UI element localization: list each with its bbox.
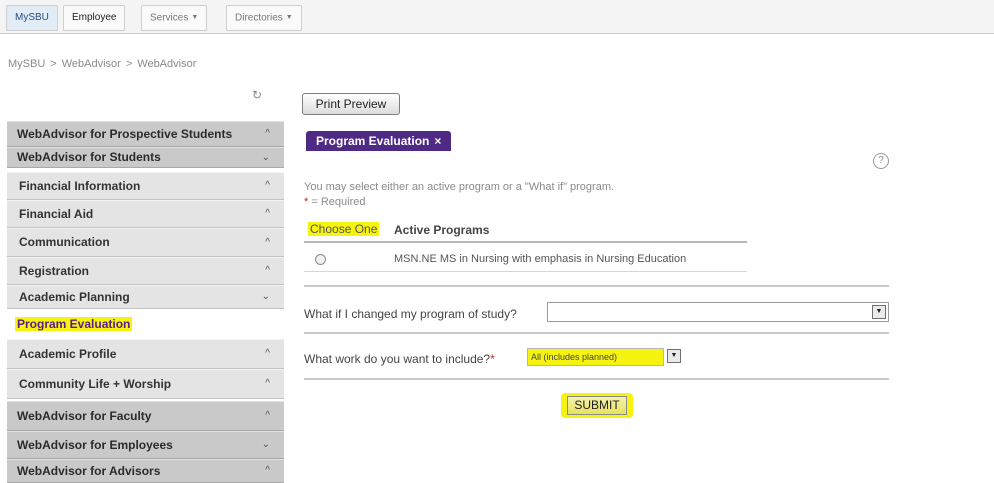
required-note: * = Required: [304, 196, 365, 208]
item-label: Financial Aid: [19, 207, 94, 221]
tab-directories[interactable]: Directories ▼: [226, 5, 302, 31]
section-label: WebAdvisor for Students: [17, 150, 161, 164]
item-label: Financial Information: [19, 179, 141, 193]
sidebar-item-financial-aid[interactable]: Financial Aid ^: [7, 200, 284, 228]
item-label: Communication: [19, 235, 110, 249]
sidebar-section-advisors[interactable]: WebAdvisor for Advisors ^: [7, 459, 284, 483]
whatif-label: What if I changed my program of study?: [304, 307, 517, 321]
sidebar-item-community-life-worship[interactable]: Community Life + Worship ^: [7, 369, 284, 399]
chevron-up-icon: ^: [265, 348, 270, 359]
sidebar-section-prospective-students[interactable]: WebAdvisor for Prospective Students ^: [7, 121, 284, 147]
section-label: WebAdvisor for Advisors: [17, 464, 161, 478]
chevron-down-icon: ⌄: [261, 291, 270, 302]
tab-label: Directories: [235, 12, 283, 24]
dropdown-arrow-icon[interactable]: ▼: [872, 305, 886, 319]
chevron-up-icon: ^: [265, 237, 270, 248]
divider: [304, 332, 889, 334]
chevron-up-icon: ^: [265, 208, 270, 219]
chevron-up-icon: ^: [265, 465, 270, 476]
program-evaluation-tab[interactable]: Program Evaluation ×: [306, 131, 452, 151]
tab-label: MySBU: [15, 12, 49, 23]
chevron-down-icon: ⌄: [261, 439, 270, 450]
section-label: WebAdvisor for Prospective Students: [17, 127, 233, 141]
chevron-down-icon: ⌄: [261, 152, 270, 163]
program-name: MSN.NE MS in Nursing with emphasis in Nu…: [394, 253, 687, 265]
sidebar-section-employees[interactable]: WebAdvisor for Employees ⌄: [7, 431, 284, 459]
item-label: Academic Planning: [19, 290, 130, 304]
sidebar-section-faculty[interactable]: WebAdvisor for Faculty ^: [7, 401, 284, 431]
breadcrumb-separator: >: [50, 58, 57, 70]
sidebar: ↻ WebAdvisor for Prospective Students ^ …: [7, 87, 284, 483]
close-icon[interactable]: ×: [434, 134, 441, 148]
breadcrumb-webadvisor[interactable]: WebAdvisor: [62, 58, 121, 70]
column-choose-one: Choose One: [308, 222, 380, 236]
programs-table-header: Choose One Active Programs: [304, 219, 747, 243]
print-preview-button[interactable]: Print Preview: [302, 93, 400, 115]
item-label: Academic Profile: [19, 347, 117, 361]
top-navigation: MySBU Employee Services ▼ Directories ▼: [0, 0, 994, 34]
sidebar-section-students[interactable]: WebAdvisor for Students ⌄: [7, 147, 284, 168]
work-include-select[interactable]: All (includes planned) ▼: [525, 347, 693, 367]
program-radio[interactable]: [315, 254, 326, 265]
table-row: MSN.NE MS in Nursing with emphasis in Nu…: [304, 246, 747, 272]
item-label: Registration: [19, 264, 90, 278]
section-label: WebAdvisor for Faculty: [17, 409, 152, 423]
sidebar-item-academic-profile[interactable]: Academic Profile ^: [7, 339, 284, 369]
item-label: Community Life + Worship: [19, 377, 172, 391]
sidebar-item-academic-planning[interactable]: Academic Planning ⌄: [7, 285, 284, 309]
item-label: Program Evaluation: [15, 317, 133, 331]
refresh-icon[interactable]: ↻: [249, 87, 265, 103]
sidebar-item-communication[interactable]: Communication ^: [7, 228, 284, 257]
work-include-value: All (includes planned): [527, 348, 664, 366]
tab-services[interactable]: Services ▼: [141, 5, 208, 31]
divider: [304, 285, 889, 287]
breadcrumb: MySBU > WebAdvisor > WebAdvisor: [8, 58, 196, 70]
work-label-text: What work do you want to include?: [304, 352, 491, 366]
dropdown-arrow-icon[interactable]: ▼: [667, 349, 681, 363]
submit-highlight: SUBMIT: [561, 393, 633, 418]
work-include-label: What work do you want to include?*: [304, 352, 495, 366]
required-star: *: [304, 196, 309, 208]
caret-down-icon: ▼: [191, 14, 199, 21]
column-active-programs: Active Programs: [394, 223, 490, 237]
tab-mysbu[interactable]: MySBU: [6, 5, 58, 31]
tab-label: Employee: [72, 12, 117, 23]
tab-label: Services: [150, 12, 189, 24]
divider: [304, 378, 889, 380]
breadcrumb-separator: >: [125, 58, 133, 70]
required-star: *: [490, 352, 495, 366]
chevron-up-icon: ^: [265, 378, 270, 389]
section-label: WebAdvisor for Employees: [17, 438, 173, 452]
sidebar-item-program-evaluation[interactable]: Program Evaluation: [7, 309, 284, 339]
breadcrumb-mysbu[interactable]: MySBU: [8, 58, 45, 70]
sidebar-item-registration[interactable]: Registration ^: [7, 257, 284, 285]
chevron-up-icon: ^: [265, 180, 270, 191]
required-text: = Required: [311, 196, 366, 208]
chevron-up-icon: ^: [265, 265, 270, 276]
tab-employee[interactable]: Employee: [63, 5, 126, 31]
help-icon[interactable]: ?: [873, 153, 889, 169]
breadcrumb-current: WebAdvisor: [137, 58, 197, 70]
submit-button[interactable]: SUBMIT: [567, 396, 627, 415]
intro-text: You may select either an active program …: [304, 181, 615, 193]
sidebar-item-financial-information[interactable]: Financial Information ^: [7, 172, 284, 200]
whatif-program-select[interactable]: ▼: [547, 302, 889, 322]
tab-label: Program Evaluation: [316, 134, 430, 148]
chevron-up-icon: ^: [265, 410, 270, 421]
caret-down-icon: ▼: [285, 14, 293, 21]
chevron-up-icon: ^: [265, 128, 270, 139]
